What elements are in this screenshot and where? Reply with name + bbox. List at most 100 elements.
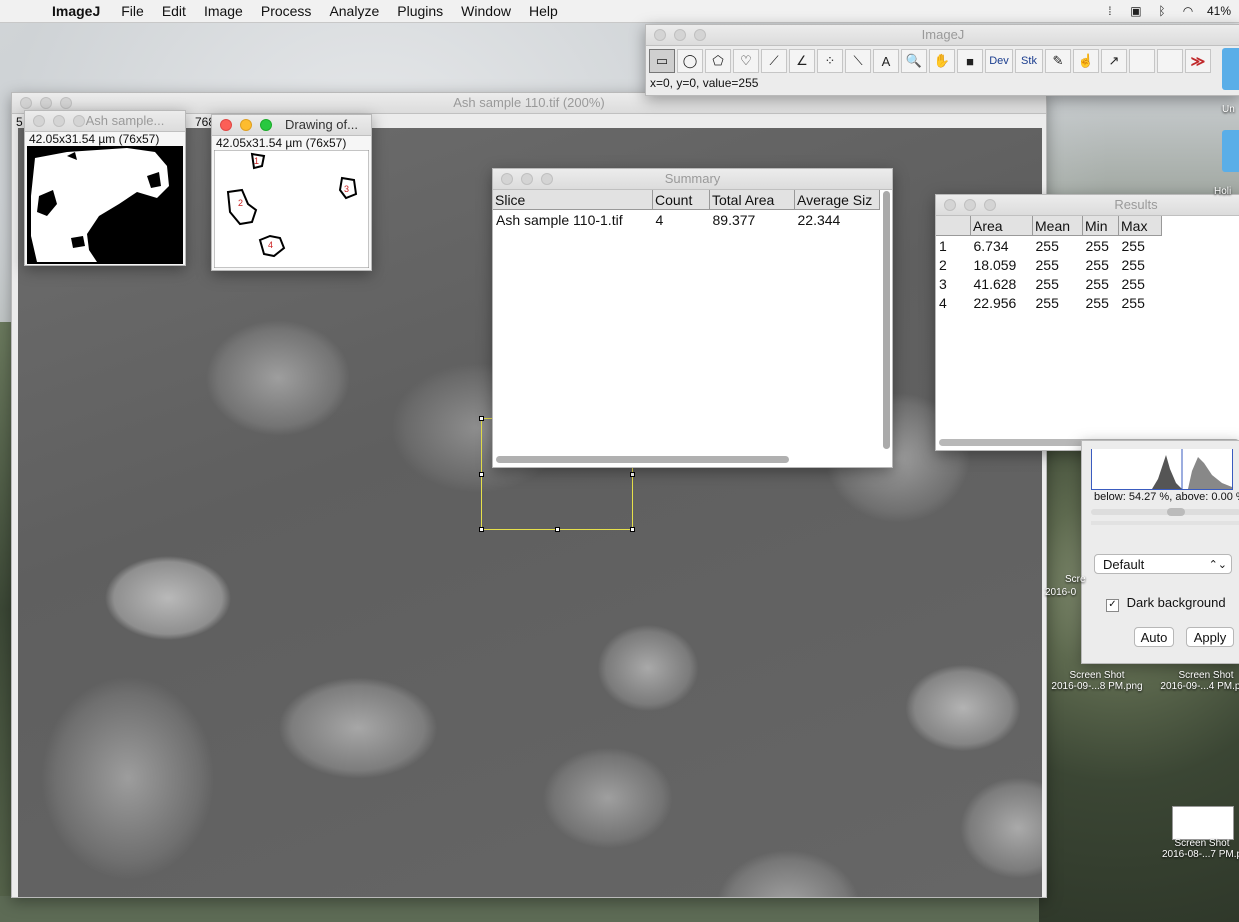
- zoom-button[interactable]: [60, 97, 72, 109]
- magnifier-icon[interactable]: 🔍: [901, 49, 927, 73]
- checkbox-icon[interactable]: ✓: [1106, 599, 1119, 612]
- stack-menu-icon[interactable]: Stk: [1015, 49, 1043, 73]
- menu-window[interactable]: Window: [461, 3, 511, 19]
- menu-analyze[interactable]: Analyze: [329, 3, 379, 19]
- slider-thumb[interactable]: [1167, 508, 1185, 516]
- icon-line-1: Screen Shot: [1178, 670, 1234, 681]
- apply-button[interactable]: Apply: [1186, 627, 1234, 647]
- selection-handle[interactable]: [479, 527, 484, 532]
- zoom-button[interactable]: [984, 199, 996, 211]
- vpn-icon[interactable]: ▣: [1129, 4, 1143, 18]
- results-column-header[interactable]: Min: [1082, 216, 1119, 236]
- dark-background-checkbox[interactable]: ✓ Dark background: [1106, 595, 1226, 612]
- results-titlebar[interactable]: Results: [936, 195, 1239, 216]
- table-row[interactable]: 4 22.956 255 255 255: [936, 293, 1162, 312]
- empty-slot-icon[interactable]: [1129, 49, 1155, 73]
- close-button[interactable]: [654, 29, 666, 41]
- dev-menu-icon[interactable]: Dev: [985, 49, 1013, 73]
- table-row[interactable]: Ash sample 110-1.tif 4 89.377 22.344: [493, 210, 880, 230]
- freehand-select-icon[interactable]: ♡: [733, 49, 759, 73]
- minimize-button[interactable]: [964, 199, 976, 211]
- close-button[interactable]: [944, 199, 956, 211]
- table-row[interactable]: 1 6.734 255 255 255: [936, 236, 1162, 256]
- minimize-button[interactable]: [674, 29, 686, 41]
- desktop-icon-label[interactable]: Holi: [1214, 186, 1231, 197]
- brush-icon[interactable]: ✎: [1045, 49, 1071, 73]
- outline-drawing-image[interactable]: 1 2 3 4: [214, 150, 369, 268]
- results-window: Results Area Mean Min Max 1 6.734 255 255 25…: [935, 194, 1239, 451]
- audio-levels-icon[interactable]: ⁞: [1103, 4, 1117, 18]
- color-picker-icon[interactable]: ■: [957, 49, 983, 73]
- desktop-icon-label[interactable]: Un: [1222, 104, 1235, 115]
- summary-column-header[interactable]: Average Siz: [794, 190, 880, 210]
- arrow-tool-icon[interactable]: ↗: [1101, 49, 1127, 73]
- horizontal-scrollbar[interactable]: [496, 456, 789, 463]
- folder-icon[interactable]: [1222, 48, 1239, 90]
- minimize-button[interactable]: [240, 119, 252, 131]
- table-row[interactable]: 3 41.628 255 255 255: [936, 274, 1162, 293]
- summary-titlebar[interactable]: Summary: [493, 169, 892, 190]
- menu-file[interactable]: File: [121, 3, 144, 19]
- rectangle-select-icon[interactable]: ▭: [649, 49, 675, 73]
- hand-icon[interactable]: ✋: [929, 49, 955, 73]
- results-column-header[interactable]: [936, 216, 971, 236]
- summary-column-header[interactable]: Count: [652, 190, 710, 210]
- summary-column-header[interactable]: Total Area: [709, 190, 795, 210]
- text-icon[interactable]: A: [873, 49, 899, 73]
- desktop-icon-label[interactable]: Scre: [1065, 574, 1086, 585]
- table-row[interactable]: 2 18.059 255 255 255: [936, 255, 1162, 274]
- threshold-method-select[interactable]: Default ⌃⌄: [1094, 554, 1232, 574]
- zoom-button[interactable]: [541, 173, 553, 185]
- multipoint-icon[interactable]: ⁘: [817, 49, 843, 73]
- selection-handle[interactable]: [479, 416, 484, 421]
- toolbar-titlebar[interactable]: ImageJ: [646, 25, 1239, 46]
- bluetooth-icon[interactable]: ᛒ: [1155, 4, 1169, 18]
- flood-fill-icon[interactable]: ☝: [1073, 49, 1099, 73]
- threshold-slider-2[interactable]: [1091, 521, 1239, 525]
- zoom-button[interactable]: [73, 115, 85, 127]
- close-button[interactable]: [501, 173, 513, 185]
- selection-handle[interactable]: [555, 527, 560, 532]
- menu-edit[interactable]: Edit: [162, 3, 186, 19]
- results-column-header[interactable]: Max: [1118, 216, 1162, 236]
- screenshot-thumbnail-icon[interactable]: [1172, 806, 1234, 840]
- zoom-button[interactable]: [260, 119, 272, 131]
- selection-handle[interactable]: [479, 472, 484, 477]
- close-button[interactable]: [20, 97, 32, 109]
- desktop-icon-label[interactable]: Screen Shot 2016-09-...8 PM.png: [1047, 670, 1147, 692]
- close-button[interactable]: [220, 119, 232, 131]
- results-column-header[interactable]: Area: [970, 216, 1033, 236]
- oval-select-icon[interactable]: ◯: [677, 49, 703, 73]
- wand-icon[interactable]: ⟍: [845, 49, 871, 73]
- line-icon[interactable]: ⟋: [761, 49, 787, 73]
- wifi-icon[interactable]: ◠: [1181, 4, 1195, 18]
- empty-slot-icon[interactable]: [1157, 49, 1183, 73]
- auto-button[interactable]: Auto: [1134, 627, 1174, 647]
- thumbnail-titlebar[interactable]: Ash sample...: [25, 111, 185, 132]
- minimize-button[interactable]: [521, 173, 533, 185]
- close-button[interactable]: [33, 115, 45, 127]
- more-tools-icon[interactable]: ≫: [1185, 49, 1211, 73]
- zoom-button[interactable]: [694, 29, 706, 41]
- app-menu[interactable]: ImageJ: [52, 3, 100, 19]
- desktop-icon-label[interactable]: Screen Shot 2016-09-...4 PM.png: [1156, 670, 1239, 692]
- minimize-button[interactable]: [40, 97, 52, 109]
- menu-process[interactable]: Process: [261, 3, 312, 19]
- selection-handle[interactable]: [630, 527, 635, 532]
- vertical-scrollbar[interactable]: [883, 191, 890, 449]
- desktop-icon-label[interactable]: 2016-0: [1045, 587, 1076, 598]
- selection-handle[interactable]: [630, 472, 635, 477]
- menu-help[interactable]: Help: [529, 3, 558, 19]
- folder-icon[interactable]: [1222, 130, 1239, 172]
- polygon-select-icon[interactable]: ⬠: [705, 49, 731, 73]
- menu-plugins[interactable]: Plugins: [397, 3, 443, 19]
- binary-mask-image[interactable]: [27, 146, 183, 264]
- threshold-slider[interactable]: [1091, 508, 1239, 516]
- minimize-button[interactable]: [53, 115, 65, 127]
- desktop-icon-label[interactable]: Screen Shot 2016-08-...7 PM.png: [1162, 838, 1239, 860]
- results-column-header[interactable]: Mean: [1032, 216, 1083, 236]
- summary-column-header[interactable]: Slice: [493, 190, 653, 210]
- angle-icon[interactable]: ∠: [789, 49, 815, 73]
- drawing-titlebar[interactable]: Drawing of...: [212, 115, 371, 136]
- menu-image[interactable]: Image: [204, 3, 243, 19]
